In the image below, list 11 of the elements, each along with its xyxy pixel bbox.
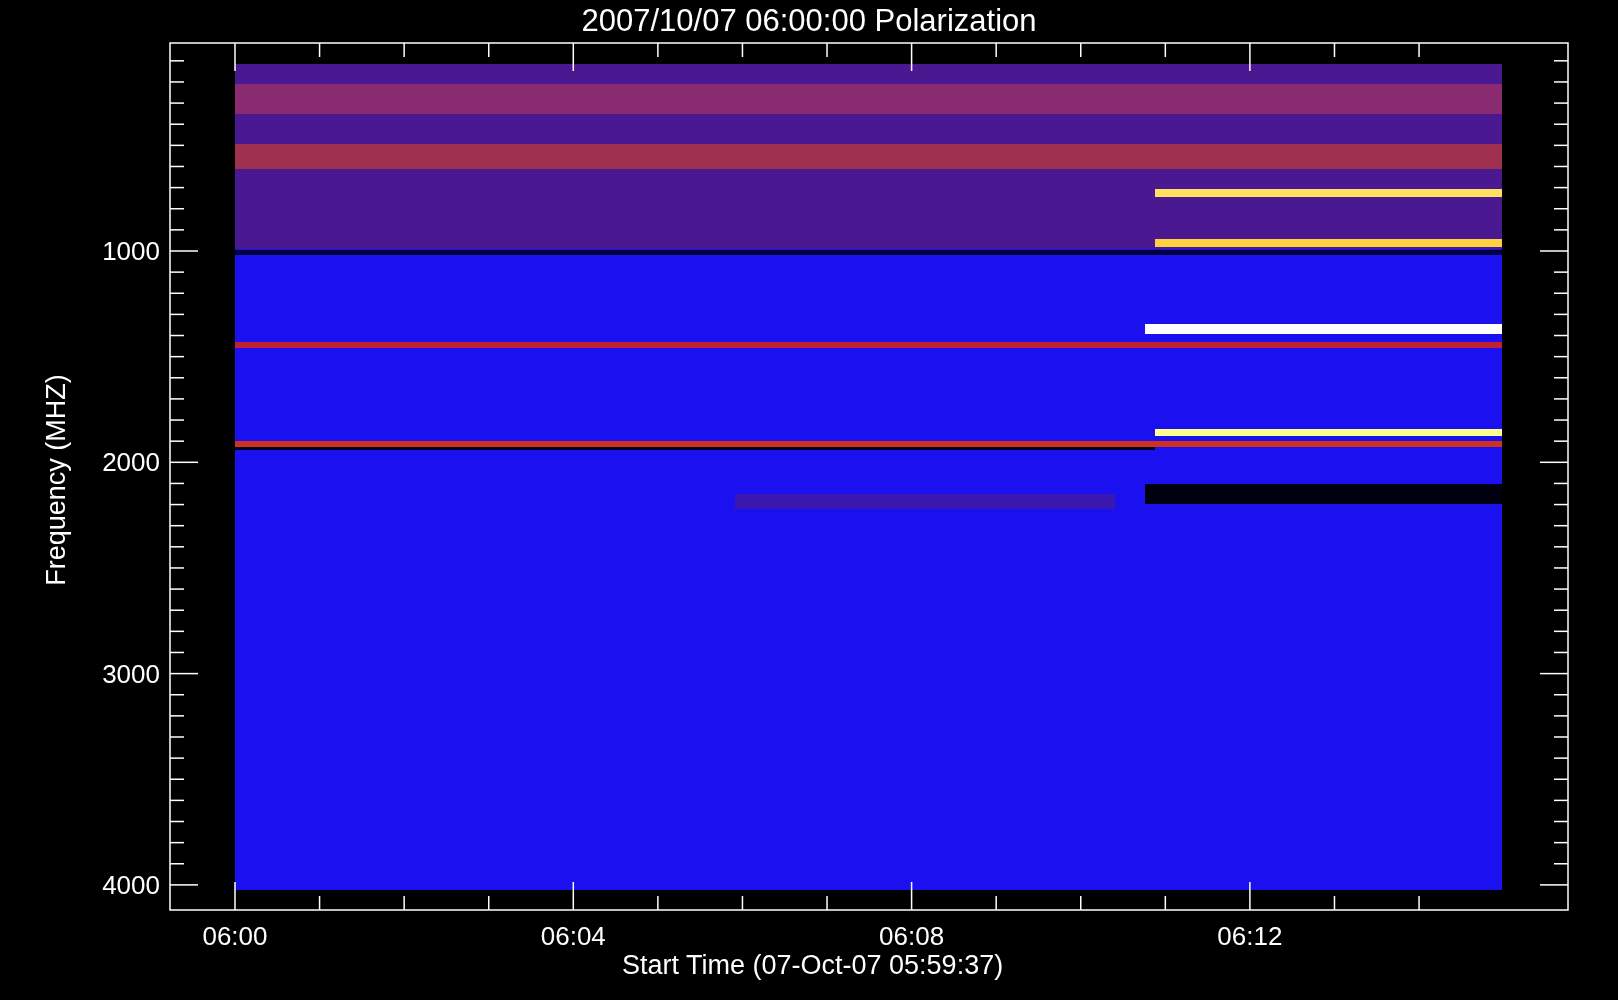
x-tick-label: 06:08	[878, 921, 946, 951]
y-axis-label: Frequency (MHZ)	[40, 373, 72, 588]
chart-title: 2007/10/07 06:00:00 Polarization	[580, 2, 1038, 40]
x-tick-label: 06:12	[1216, 921, 1284, 951]
y-tick-label: 3000	[101, 658, 160, 689]
x-axis-label: Start Time (07-Oct-07 05:59:37)	[622, 949, 1004, 981]
y-tick-label: 2000	[101, 447, 160, 478]
y-tick-label: 1000	[101, 236, 160, 266]
x-tick-label: 06:00	[201, 921, 269, 951]
x-tick-label: 06:04	[539, 921, 607, 951]
y-tick-label: 4000	[101, 869, 160, 900]
